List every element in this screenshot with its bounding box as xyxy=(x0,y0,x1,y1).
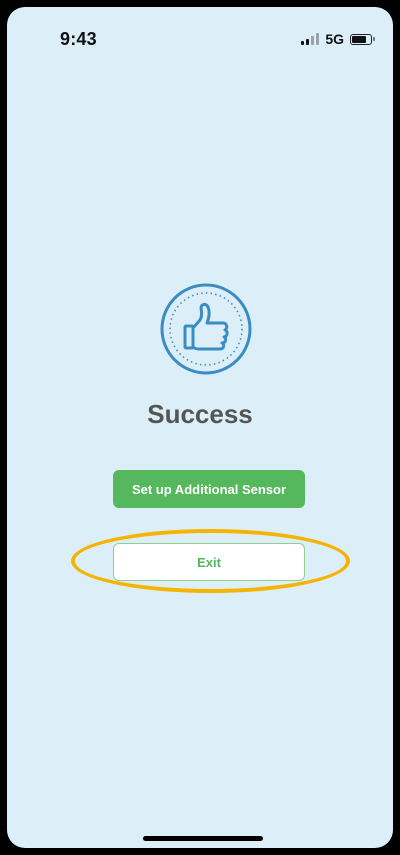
status-indicators: 5G xyxy=(301,31,375,47)
status-time: 9:43 xyxy=(60,29,97,49)
exit-button[interactable]: Exit xyxy=(113,543,305,581)
network-type: 5G xyxy=(325,31,344,47)
signal-strength-icon xyxy=(301,33,320,45)
app-screen: 9:43 5G Success Set up Additional Sensor… xyxy=(7,7,393,848)
status-bar: 9:43 5G xyxy=(7,7,393,59)
thumbs-up-icon xyxy=(160,283,252,375)
home-indicator[interactable] xyxy=(143,836,263,841)
success-title: Success xyxy=(147,399,253,429)
phone-device: 9:43 5G Success Set up Additional Sensor… xyxy=(0,0,400,855)
battery-icon xyxy=(350,33,375,45)
setup-additional-sensor-button[interactable]: Set up Additional Sensor xyxy=(113,470,305,508)
